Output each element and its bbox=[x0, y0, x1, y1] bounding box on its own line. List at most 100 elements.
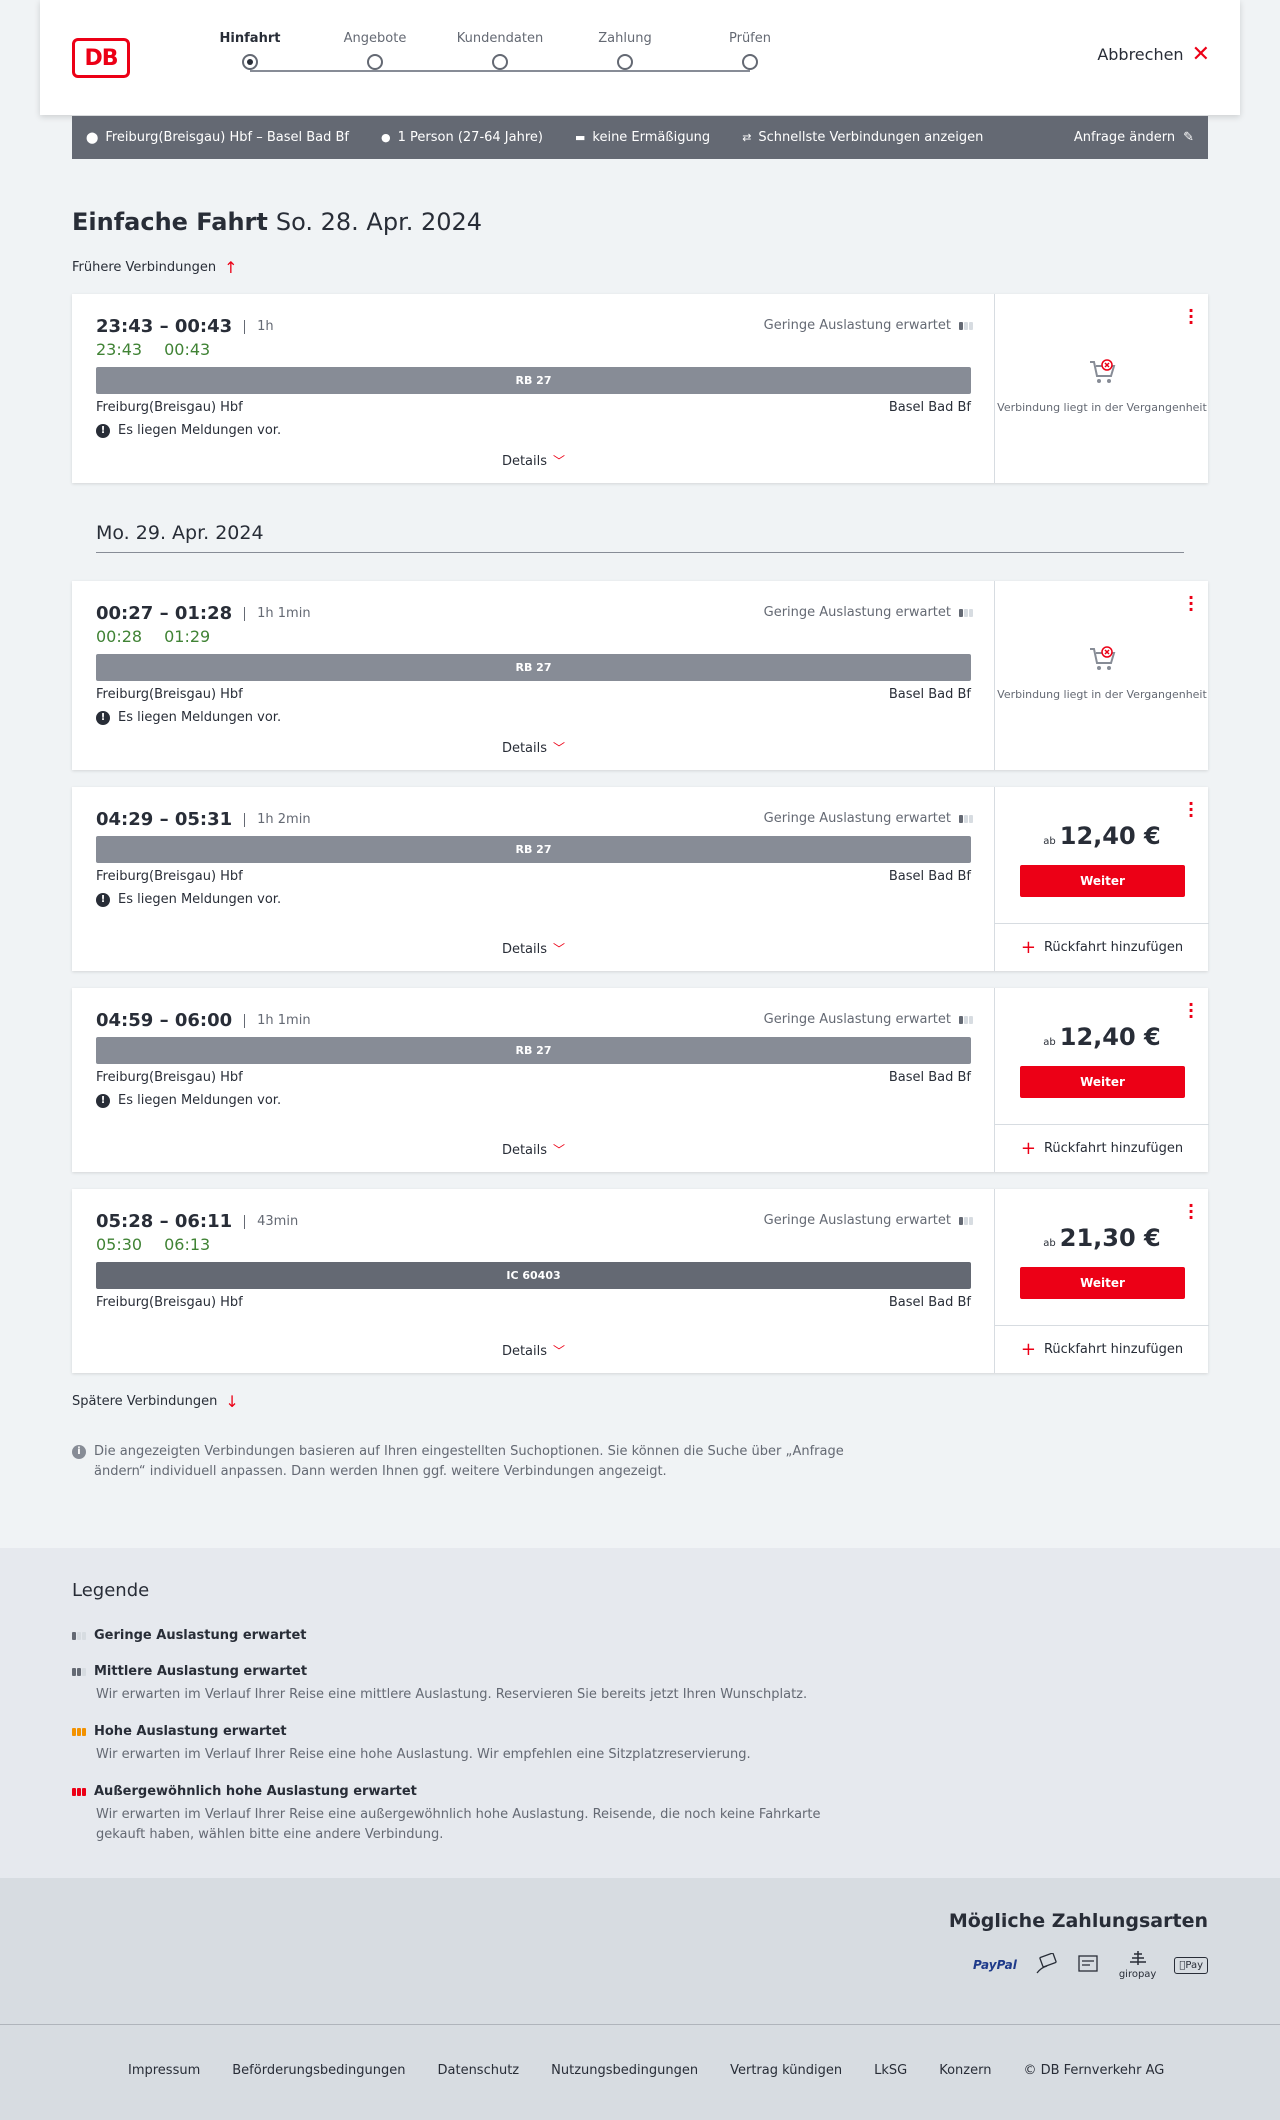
origin-station: Freiburg(Breisgau) Hbf bbox=[96, 1295, 243, 1310]
payment-title: Mögliche Zahlungsarten bbox=[948, 1910, 1208, 1932]
db-logo[interactable]: DB bbox=[72, 38, 130, 78]
origin-station: Freiburg(Breisgau) Hbf bbox=[96, 869, 243, 884]
continue-button[interactable]: Weiter bbox=[1020, 1066, 1185, 1098]
price-value: 12,40 € bbox=[1059, 822, 1161, 850]
offer-panel: · · · ab 12,40 € Weiter + Rückfahrt hinzufüg… bbox=[994, 988, 1209, 1172]
price-prefix: ab bbox=[1043, 836, 1056, 847]
cart-unavailable-icon bbox=[1090, 359, 1116, 383]
origin-station: Freiburg(Breisgau) Hbf bbox=[96, 687, 243, 702]
price-prefix: ab bbox=[1043, 1037, 1056, 1048]
train-bar[interactable]: RB 27 bbox=[96, 1037, 971, 1064]
planned-times: 04:29 – 05:31 bbox=[96, 809, 233, 830]
details-toggle[interactable]: Details ﹀ bbox=[72, 940, 995, 957]
continue-button[interactable]: Weiter bbox=[1020, 865, 1185, 897]
price-prefix: ab bbox=[1043, 1238, 1056, 1249]
more-options-icon[interactable]: · · · bbox=[1188, 303, 1194, 331]
add-return-button[interactable]: + Rückfahrt hinzufügen bbox=[995, 923, 1209, 971]
connection-card[interactable]: 04:59 – 06:00 1h 1min Geringe Auslastung … bbox=[72, 988, 1209, 1172]
connection-main: 04:29 – 05:31 1h 2min Geringe Auslastung … bbox=[72, 787, 995, 971]
details-toggle[interactable]: Details ﹀ bbox=[72, 452, 995, 469]
step-label: Kundendaten bbox=[456, 31, 544, 46]
change-search-button[interactable]: Anfrage ändern ✎ bbox=[1074, 130, 1194, 145]
plus-icon: + bbox=[1020, 1339, 1036, 1360]
earlier-connections-link[interactable]: Frühere Verbindungen ↑ bbox=[72, 258, 238, 277]
info-text: Die angezeigten Verbindungen basieren au… bbox=[94, 1444, 844, 1479]
occupancy-low-icon bbox=[959, 814, 973, 823]
train-bar[interactable]: RB 27 bbox=[96, 836, 971, 863]
destination-station: Basel Bad Bf bbox=[888, 400, 971, 415]
occupancy-low-icon bbox=[959, 1216, 973, 1225]
footer-link-impressum[interactable]: Impressum bbox=[128, 2063, 200, 2078]
more-options-icon[interactable]: · · · bbox=[1188, 796, 1194, 824]
footer-copyright: © DB Fernverkehr AG bbox=[1023, 2063, 1165, 2078]
apple-pay-label: Pay bbox=[1185, 1959, 1203, 1971]
footer-links: Impressum Beförderungsbedingungen Datens… bbox=[128, 2063, 1164, 2078]
train-bar[interactable]: RB 27 bbox=[96, 367, 971, 394]
footer-link-konzern[interactable]: Konzern bbox=[939, 2063, 991, 2078]
past-connection-text: Verbindung liegt in der Vergangenheit bbox=[997, 688, 1207, 701]
later-connections-link[interactable]: Spätere Verbindungen ↓ bbox=[72, 1392, 239, 1411]
page-title: Einfache Fahrt So. 28. Apr. 2024 bbox=[72, 208, 482, 236]
footer-link-lksg[interactable]: LkSG bbox=[874, 2063, 907, 2078]
details-toggle[interactable]: Details ﹀ bbox=[72, 1141, 995, 1158]
legend-item-low: Geringe Auslastung erwartet bbox=[72, 1628, 307, 1643]
arrow-up-icon: ↑ bbox=[224, 258, 238, 277]
step-angebote: Angebote bbox=[325, 30, 425, 70]
connection-card[interactable]: 23:43 – 00:43 1h 23:43 00:43 Geringe Ausla… bbox=[72, 294, 1208, 483]
notice-text: Es liegen Meldungen vor. bbox=[118, 710, 282, 725]
connection-card[interactable]: 04:29 – 05:31 1h 2min Geringe Auslastung … bbox=[72, 787, 1209, 971]
payment-methods-section: Mögliche Zahlungsarten PayPal giropay P… bbox=[0, 1878, 1280, 2024]
step-label: Prüfen bbox=[728, 31, 771, 46]
details-toggle[interactable]: Details ﹀ bbox=[72, 1342, 995, 1359]
train-bar[interactable]: RB 27 bbox=[96, 654, 971, 681]
alert-icon: ! bbox=[96, 1093, 110, 1108]
realtime-departure: 00:28 bbox=[96, 627, 143, 646]
duration: 1h 1min bbox=[244, 606, 311, 621]
alert-icon: ! bbox=[96, 892, 110, 907]
bahncard-icon: ▬ bbox=[574, 131, 586, 144]
occupancy-indicator: Geringe Auslastung erwartet bbox=[764, 811, 973, 826]
connection-main: 05:28 – 06:11 43min 05:30 06:13 Geringe Au… bbox=[72, 1189, 995, 1373]
occupancy-low-icon bbox=[959, 608, 973, 617]
search-summary-bar: ⬤ Freiburg(Breisgau) Hbf – Basel Bad Bf ●… bbox=[72, 116, 1208, 159]
paypal-icon: PayPal bbox=[972, 1958, 1017, 1972]
legend-item-extreme: Außergewöhnlich hohe Auslastung erwartet… bbox=[72, 1784, 836, 1845]
origin-station: Freiburg(Breisgau) Hbf bbox=[96, 400, 243, 415]
details-toggle[interactable]: Details ﹀ bbox=[72, 739, 995, 756]
notice-message: ! Es liegen Meldungen vor. bbox=[96, 423, 281, 438]
location-pin-icon: ⬤ bbox=[86, 131, 99, 144]
price: ab 12,40 € bbox=[995, 1023, 1209, 1051]
train-bar[interactable]: IC 60403 bbox=[96, 1262, 971, 1289]
legend-item-text: Wir erwarten im Verlauf Ihrer Reise eine… bbox=[96, 1747, 751, 1762]
connection-card[interactable]: 05:28 – 06:11 43min 05:30 06:13 Geringe Au… bbox=[72, 1189, 1209, 1373]
chevron-down-icon: ﹀ bbox=[553, 1143, 566, 1157]
chevron-down-icon: ﹀ bbox=[553, 1344, 566, 1358]
more-options-icon[interactable]: · · · bbox=[1188, 590, 1194, 618]
add-return-button[interactable]: + Rückfahrt hinzufügen bbox=[995, 1124, 1209, 1172]
continue-button[interactable]: Weiter bbox=[1020, 1267, 1185, 1299]
option-text: Schnellste Verbindungen anzeigen bbox=[758, 130, 984, 145]
more-options-icon[interactable]: · · · bbox=[1188, 1198, 1194, 1226]
footer-link-befoerderungsbedingungen[interactable]: Beförderungsbedingungen bbox=[232, 2063, 405, 2078]
price: ab 12,40 € bbox=[995, 822, 1209, 850]
notice-message: ! Es liegen Meldungen vor. bbox=[96, 892, 281, 907]
footer-link-datenschutz[interactable]: Datenschutz bbox=[438, 2063, 520, 2078]
more-options-icon[interactable]: · · · bbox=[1188, 997, 1194, 1025]
connection-main: 23:43 – 00:43 1h 23:43 00:43 Geringe Ausla… bbox=[72, 294, 995, 483]
add-return-button[interactable]: + Rückfahrt hinzufügen bbox=[995, 1325, 1209, 1373]
realtime-times: 23:43 00:43 bbox=[96, 340, 232, 359]
destination-station: Basel Bad Bf bbox=[888, 687, 971, 702]
details-label: Details bbox=[501, 942, 548, 957]
close-icon: ✕ bbox=[1191, 41, 1210, 67]
offer-panel: · · · ab 21,30 € Weiter + Rückfahrt hinzufüg… bbox=[994, 1189, 1209, 1373]
footer: Impressum Beförderungsbedingungen Datens… bbox=[0, 2024, 1280, 2120]
occupancy-high-icon bbox=[72, 1727, 86, 1736]
cancel-button[interactable]: Abbrechen ✕ bbox=[1097, 41, 1210, 67]
connection-times: 04:59 – 06:00 1h 1min bbox=[96, 1010, 311, 1031]
occupancy-indicator: Geringe Auslastung erwartet bbox=[764, 1012, 973, 1027]
legend-item-title: Außergewöhnlich hohe Auslastung erwartet bbox=[94, 1784, 417, 1799]
footer-link-nutzungsbedingungen[interactable]: Nutzungsbedingungen bbox=[551, 2063, 698, 2078]
connection-card[interactable]: 00:27 – 01:28 1h 1min 00:28 01:29 Geringe … bbox=[72, 581, 1208, 770]
step-hinfahrt[interactable]: Hinfahrt bbox=[200, 30, 300, 70]
footer-link-vertrag-kuendigen[interactable]: Vertrag kündigen bbox=[730, 2063, 842, 2078]
